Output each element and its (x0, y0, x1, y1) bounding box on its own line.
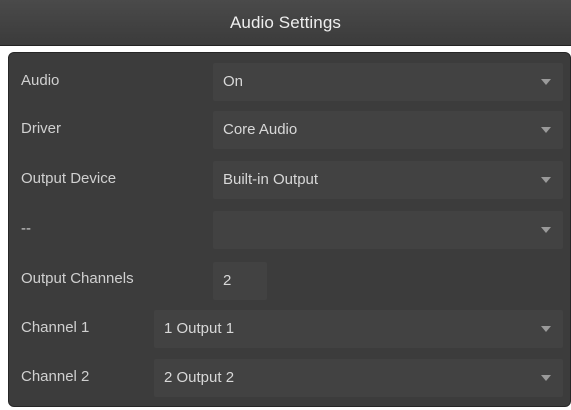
driver-dropdown[interactable]: Core Audio (213, 111, 563, 149)
output-channels-field[interactable]: 2 (213, 262, 267, 300)
channel-1-dropdown[interactable]: 1 Output 1 (154, 310, 563, 348)
secondary-device-label: -- (21, 220, 31, 237)
channel-1-label: Channel 1 (21, 319, 90, 336)
output-device-dropdown-value: Built-in Output (223, 171, 319, 188)
audio-label: Audio (21, 72, 60, 89)
output-device-label: Output Device (21, 170, 117, 187)
settings-panel: Audio On Driver Core Audio Output Device… (8, 52, 571, 407)
driver-dropdown-value: Core Audio (223, 121, 298, 138)
output-device-dropdown[interactable]: Built-in Output (213, 161, 563, 199)
output-channels-row: Output Channels 2 (9, 258, 570, 300)
audio-settings-window: Audio Settings Audio On Driver Core Audi… (0, 0, 571, 410)
audio-dropdown-value: On (223, 73, 244, 90)
chevron-down-icon (541, 127, 551, 133)
secondary-device-row: -- (9, 208, 570, 250)
output-device-row: Output Device Built-in Output (9, 158, 570, 200)
audio-row: Audio On (9, 60, 570, 102)
channel-2-dropdown-value: 2 Output 2 (164, 369, 235, 386)
driver-row: Driver Core Audio (9, 108, 570, 150)
driver-label: Driver (21, 120, 61, 137)
output-channels-label: Output Channels (21, 270, 134, 287)
title-bar: Audio Settings (0, 0, 571, 46)
chevron-down-icon (541, 375, 551, 381)
chevron-down-icon (541, 227, 551, 233)
window-title: Audio Settings (229, 12, 342, 32)
chevron-down-icon (541, 326, 551, 332)
audio-dropdown[interactable]: On (213, 63, 563, 101)
output-channels-value: 2 (223, 272, 232, 289)
secondary-device-dropdown[interactable] (213, 211, 563, 249)
channel-2-row: Channel 2 2 Output 2 (9, 356, 570, 398)
chevron-down-icon (541, 79, 551, 85)
chevron-down-icon (541, 177, 551, 183)
channel-2-label: Channel 2 (21, 368, 90, 385)
channel-1-row: Channel 1 1 Output 1 (9, 307, 570, 349)
channel-1-dropdown-value: 1 Output 1 (164, 320, 235, 337)
channel-2-dropdown[interactable]: 2 Output 2 (154, 359, 563, 397)
